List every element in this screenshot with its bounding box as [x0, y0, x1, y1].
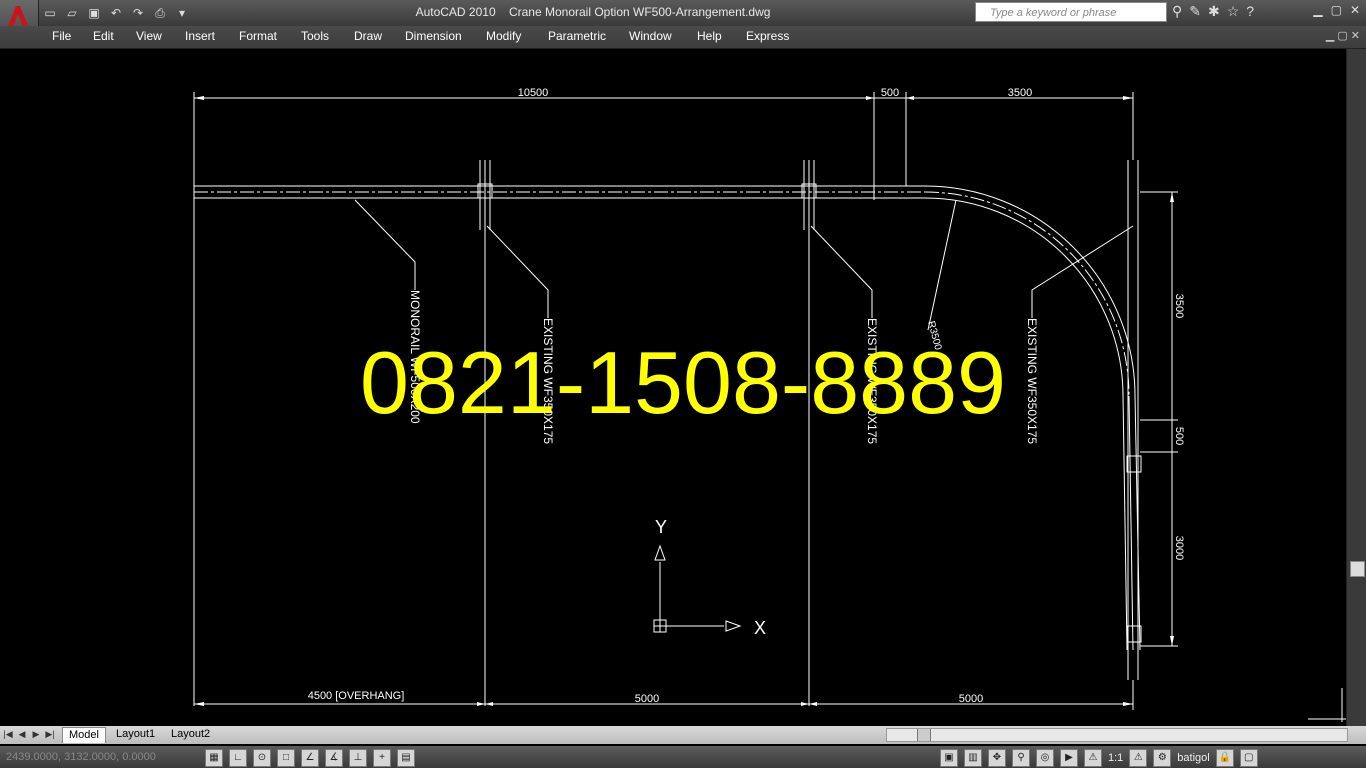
label-existing-3: EXISTING WF350X175 [1025, 318, 1039, 444]
dim-top-3: 3500 [1008, 87, 1032, 99]
ducs-icon[interactable]: ⊥ [349, 749, 367, 767]
pan-icon[interactable]: ✥ [988, 749, 1006, 767]
dim-top-1: 10500 [518, 87, 549, 99]
dim-bottom-3: 5000 [959, 693, 983, 705]
maximize-icon[interactable]: ▢ [1331, 3, 1342, 17]
menu-window[interactable]: Window [629, 29, 672, 43]
menu-bar: File Edit View Insert Format Tools Draw … [0, 26, 1366, 49]
annotation-scale-icon[interactable]: ⚠ [1084, 749, 1102, 767]
dim-right-3: 3000 [1173, 536, 1185, 560]
document-name: Crane Monorail Option WF500-Arrangement.… [508, 5, 771, 19]
first-tab-icon[interactable]: |◀ [2, 727, 14, 741]
minimize-icon[interactable]: ▁ [1313, 3, 1322, 17]
lwt-icon[interactable]: ▤ [397, 749, 415, 767]
communication-icon[interactable]: ✱ [1208, 3, 1220, 20]
dim-right-1: 3500 [1173, 294, 1185, 318]
steering-wheel-icon[interactable]: ◎ [1036, 749, 1054, 767]
title-bar: ▭ ▱ ▣ ↶ ↷ ⎙ ▾ AutoCAD 2010 Crane Monorai… [0, 0, 1366, 48]
clean-screen-icon[interactable]: ▢ [1239, 749, 1258, 767]
ucs-x-label: X [754, 618, 766, 638]
horizontal-scroll-thumb[interactable] [917, 729, 931, 741]
last-tab-icon[interactable]: ▶| [44, 727, 56, 741]
status-bar: 2439.0000, 3132.0000, 0.0000 ▦ ∟ ⊙ □ ∠ ∡… [0, 746, 1366, 768]
window-controls: ▁ ▢ ✕ [1313, 3, 1360, 17]
prev-tab-icon[interactable]: ◀ [16, 727, 28, 741]
menu-tools[interactable]: Tools [301, 29, 329, 43]
lock-icon[interactable]: 🔒 [1215, 749, 1234, 767]
menu-express[interactable]: Express [746, 29, 789, 43]
osnap-icon[interactable]: ∠ [301, 749, 319, 767]
snap-icon[interactable]: ▦ [205, 749, 223, 767]
menu-edit[interactable]: Edit [93, 29, 114, 43]
dim-bottom-2: 5000 [635, 693, 659, 705]
vertical-scroll-thumb[interactable] [1350, 561, 1365, 577]
column-3 [1126, 455, 1142, 473]
menu-help[interactable]: Help [697, 29, 722, 43]
app-name: AutoCAD 2010 [415, 5, 496, 19]
model-space-icon[interactable]: ▣ [940, 749, 958, 767]
polar-icon[interactable]: □ [277, 749, 295, 767]
coordinate-readout: 2439.0000, 3132.0000, 0.0000 [6, 751, 156, 763]
vertical-scrollbar[interactable] [1346, 49, 1366, 726]
grid-icon[interactable]: ∟ [229, 749, 247, 767]
wrench-icon[interactable]: ✎ [1189, 3, 1201, 20]
infocenter-toolbar: ⚲ ✎ ✱ ☆ ? [1172, 3, 1254, 20]
otrack-icon[interactable]: ∡ [325, 749, 343, 767]
drawing-canvas[interactable]: 10500 500 3500 4500 [OVERHANG] 5000 5000… [0, 49, 1346, 726]
horizontal-scrollbar[interactable] [886, 728, 1348, 742]
dim-top-2: 500 [881, 87, 899, 99]
watermark-phone-number: 0821-1508-8889 [360, 333, 1006, 432]
star-icon[interactable]: ☆ [1227, 3, 1240, 20]
annotation-visibility-icon[interactable]: ⚠ [1129, 749, 1148, 767]
tab-layout1[interactable]: Layout1 [110, 727, 161, 742]
help-icon[interactable]: ? [1246, 3, 1254, 20]
menu-draw[interactable]: Draw [354, 29, 382, 43]
showmotion-icon[interactable]: ▶ [1060, 749, 1078, 767]
menu-insert[interactable]: Insert [185, 29, 215, 43]
next-tab-icon[interactable]: ▶ [30, 727, 42, 741]
status-tray: ▣ ▥ ✥ ⚲ ◎ ▶ ⚠ 1:1 ⚠ ⚙ batigol 🔒 ▢ [940, 749, 1258, 767]
menu-file[interactable]: File [52, 29, 71, 43]
workspace-icon[interactable]: ⚙ [1153, 749, 1172, 767]
quick-view-icon[interactable]: ▥ [964, 749, 982, 767]
ucs-y-label: Y [655, 517, 667, 537]
menu-dimension[interactable]: Dimension [405, 29, 462, 43]
doc-window-controls[interactable]: ▁ ▢ ✕ [1326, 29, 1360, 42]
drafting-settings: ▦ ∟ ⊙ □ ∠ ∡ ⊥ + ▤ [205, 749, 415, 767]
menu-format[interactable]: Format [239, 29, 277, 43]
ortho-icon[interactable]: ⊙ [253, 749, 271, 767]
zoom-icon[interactable]: ⚲ [1012, 749, 1030, 767]
menu-modify[interactable]: Modify [486, 29, 521, 43]
dim-right-2: 500 [1173, 427, 1185, 445]
dim-bottom-1: 4500 [OVERHANG] [308, 690, 405, 702]
menu-parametric[interactable]: Parametric [548, 29, 606, 43]
menu-view[interactable]: View [136, 29, 162, 43]
tab-layout2[interactable]: Layout2 [165, 727, 216, 742]
column-4 [1126, 625, 1142, 643]
search-input[interactable]: Type a keyword or phrase [975, 2, 1167, 22]
annotation-scale[interactable]: 1:1 [1108, 752, 1123, 764]
tab-model[interactable]: Model [62, 727, 106, 743]
binoculars-icon[interactable]: ⚲ [1172, 3, 1182, 20]
dyn-icon[interactable]: + [373, 749, 391, 767]
close-icon[interactable]: ✕ [1350, 3, 1360, 17]
workspace-name[interactable]: batigol [1177, 752, 1209, 764]
